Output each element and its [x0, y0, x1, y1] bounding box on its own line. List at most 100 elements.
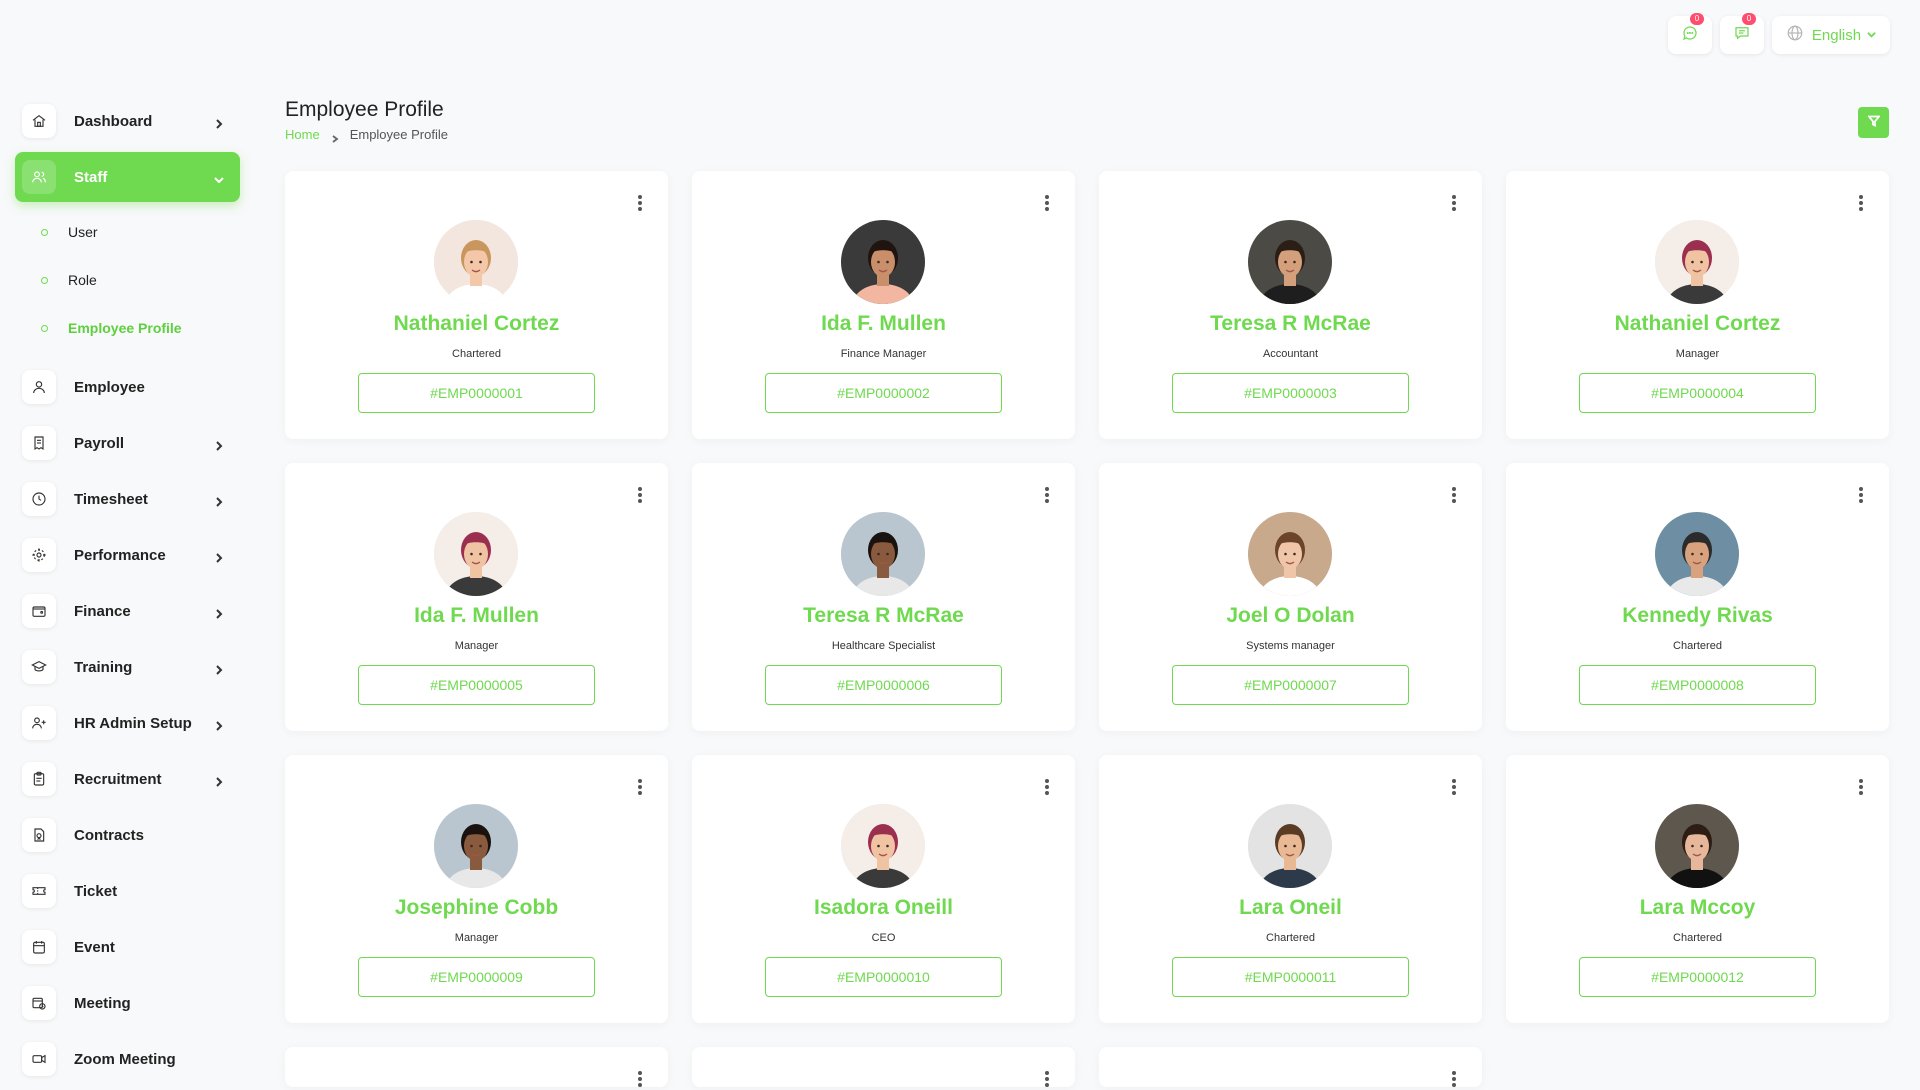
- more-vertical-icon[interactable]: [637, 195, 643, 213]
- sidebar-nav: Dashboard Staff User Role Employee Profile Em…: [15, 96, 240, 1090]
- sidebar-item-recruitment[interactable]: Recruitment: [15, 754, 240, 804]
- sidebar-item-contracts[interactable]: Contracts: [15, 810, 240, 860]
- language-label: English: [1811, 26, 1862, 44]
- employee-name: Lara Oneil: [1239, 896, 1342, 919]
- more-vertical-icon[interactable]: [637, 487, 643, 505]
- employee-card: [1099, 1047, 1482, 1087]
- employee-grid: Nathaniel Cortez Chartered #EMP0000001 Ida …: [285, 171, 1889, 1087]
- more-vertical-icon[interactable]: [1451, 487, 1457, 505]
- more-vertical-icon[interactable]: [1858, 779, 1864, 797]
- sidebar-item-meeting[interactable]: Meeting: [15, 978, 240, 1028]
- more-vertical-icon[interactable]: [1044, 487, 1050, 505]
- more-vertical-icon[interactable]: [1451, 195, 1457, 213]
- employee-card: Lara Mccoy Chartered #EMP0000012: [1506, 755, 1889, 1023]
- more-vertical-icon[interactable]: [1044, 195, 1050, 213]
- submenu-item-employee-profile[interactable]: Employee Profile: [15, 304, 240, 352]
- chevron-right-icon: [331, 131, 339, 143]
- employee-id-button[interactable]: #EMP0000003: [1172, 373, 1409, 413]
- filter-button[interactable]: [1858, 107, 1889, 138]
- calendar-clock-icon: [22, 986, 56, 1020]
- avatar: [1655, 804, 1739, 888]
- employee-card: Teresa R McRae Healthcare Specialist #EMP0…: [692, 463, 1075, 731]
- more-vertical-icon[interactable]: [1044, 1071, 1050, 1089]
- chevron-right-icon: [214, 774, 224, 787]
- employee-card: Nathaniel Cortez Manager #EMP0000004: [1506, 171, 1889, 439]
- sidebar-item-ticket[interactable]: Ticket: [15, 866, 240, 916]
- chevron-right-icon: [214, 116, 224, 129]
- sidebar-item-training[interactable]: Training: [15, 642, 240, 692]
- more-vertical-icon[interactable]: [1451, 1071, 1457, 1089]
- employee-name: Nathaniel Cortez: [393, 312, 560, 335]
- employee-id-button[interactable]: #EMP0000002: [765, 373, 1002, 413]
- calendar-icon: [22, 930, 56, 964]
- filter-icon: [1866, 114, 1881, 132]
- employee-card: Isadora Oneill CEO #EMP0000010: [692, 755, 1075, 1023]
- employee-id-button[interactable]: #EMP0000005: [358, 665, 595, 705]
- submenu-item-label: User: [68, 224, 98, 240]
- breadcrumb-home-link[interactable]: Home: [285, 127, 320, 142]
- employee-id-button[interactable]: #EMP0000008: [1579, 665, 1816, 705]
- sidebar-item-label: Meeting: [74, 994, 131, 1012]
- users-icon: [22, 160, 56, 194]
- sidebar-item-timesheet[interactable]: Timesheet: [15, 474, 240, 524]
- sidebar-item-label: Staff: [74, 168, 108, 186]
- sidebar-item-employee[interactable]: Employee: [15, 362, 240, 412]
- employee-id-button[interactable]: #EMP0000009: [358, 957, 595, 997]
- employee-id-button[interactable]: #EMP0000004: [1579, 373, 1816, 413]
- more-vertical-icon[interactable]: [1044, 779, 1050, 797]
- employee-id-button[interactable]: #EMP0000007: [1172, 665, 1409, 705]
- employee-name: Josephine Cobb: [394, 896, 559, 919]
- employee-id-button[interactable]: #EMP0000006: [765, 665, 1002, 705]
- video-icon: [22, 1042, 56, 1076]
- target-icon: [22, 538, 56, 572]
- more-vertical-icon[interactable]: [1858, 487, 1864, 505]
- submenu-item-role[interactable]: Role: [15, 256, 240, 304]
- employee-role: Chartered: [1266, 932, 1315, 944]
- sidebar-item-finance[interactable]: Finance: [15, 586, 240, 636]
- user-plus-icon: [22, 706, 56, 740]
- employee-id-button[interactable]: #EMP0000001: [358, 373, 595, 413]
- graduation-cap-icon: [22, 650, 56, 684]
- chevron-right-icon: [214, 550, 224, 563]
- avatar: [1655, 220, 1739, 304]
- submenu-item-user[interactable]: User: [15, 208, 240, 256]
- sidebar-item-dashboard[interactable]: Dashboard: [15, 96, 240, 146]
- clipboard-icon: [22, 762, 56, 796]
- avatar: [1248, 804, 1332, 888]
- avatar: [1248, 512, 1332, 596]
- sidebar-item-event[interactable]: Event: [15, 922, 240, 972]
- employee-card: Teresa R McRae Accountant #EMP0000003: [1099, 171, 1482, 439]
- employee-name: Teresa R McRae: [803, 604, 964, 627]
- sidebar-item-payroll[interactable]: Payroll: [15, 418, 240, 468]
- employee-card: [692, 1047, 1075, 1087]
- language-selector[interactable]: English: [1772, 16, 1890, 54]
- sidebar-item-label: Payroll: [74, 434, 125, 452]
- sidebar-item-label: Employee: [74, 378, 145, 396]
- breadcrumb-current: Employee Profile: [349, 127, 448, 142]
- more-vertical-icon[interactable]: [637, 1071, 643, 1089]
- sidebar-item-zoom-meeting[interactable]: Zoom Meeting: [15, 1034, 240, 1084]
- employee-id-button[interactable]: #EMP0000011: [1172, 957, 1409, 997]
- avatar: [1655, 512, 1739, 596]
- sidebar-item-hr-admin-setup[interactable]: HR Admin Setup: [15, 698, 240, 748]
- sidebar-item-label: Recruitment: [74, 770, 162, 788]
- sidebar-item-staff[interactable]: Staff: [15, 152, 240, 202]
- employee-id-button[interactable]: #EMP0000012: [1579, 957, 1816, 997]
- sidebar-item-performance[interactable]: Performance: [15, 530, 240, 580]
- more-vertical-icon[interactable]: [1858, 195, 1864, 213]
- breadcrumb: Home Employee Profile: [285, 127, 448, 143]
- chevron-right-icon: [214, 718, 224, 731]
- messages-count-badge: 0: [1690, 13, 1704, 25]
- home-icon: [22, 104, 56, 138]
- more-vertical-icon[interactable]: [1451, 779, 1457, 797]
- avatar: [434, 512, 518, 596]
- more-vertical-icon[interactable]: [637, 779, 643, 797]
- bullet-icon: [41, 324, 48, 332]
- chat-button[interactable]: 0: [1720, 13, 1764, 54]
- employee-name: Nathaniel Cortez: [1614, 312, 1781, 335]
- messages-button[interactable]: 0: [1668, 13, 1712, 54]
- sidebar-item-label: Timesheet: [74, 490, 148, 508]
- chat-icon: [1733, 24, 1751, 47]
- logo[interactable]: [20, 14, 240, 64]
- employee-id-button[interactable]: #EMP0000010: [765, 957, 1002, 997]
